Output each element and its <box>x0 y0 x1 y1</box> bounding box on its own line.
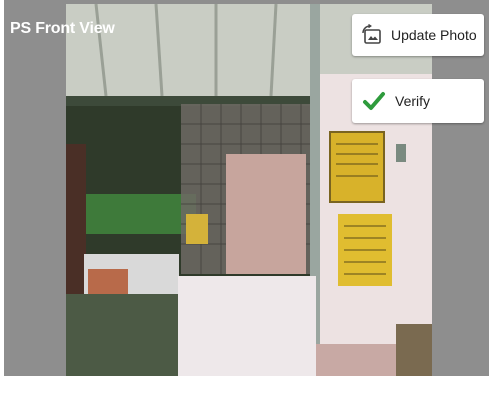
photo-card: PS Front View Update Photo Verify <box>4 0 489 401</box>
photo-update-icon <box>362 24 381 44</box>
page-title: PS Front View <box>10 20 115 37</box>
update-photo-button[interactable]: Update Photo <box>352 14 484 56</box>
check-icon <box>363 92 385 110</box>
verify-button[interactable]: Verify <box>352 79 484 123</box>
front-view-photo <box>66 4 432 376</box>
verify-label: Verify <box>395 93 431 109</box>
update-photo-label: Update Photo <box>391 27 477 43</box>
